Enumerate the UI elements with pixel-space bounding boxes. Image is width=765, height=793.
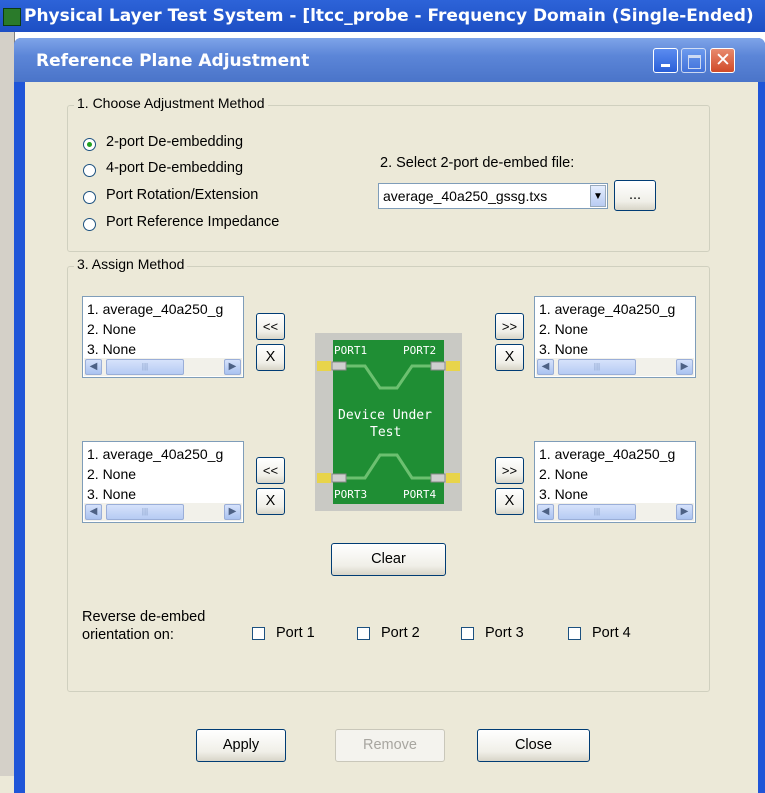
list-item[interactable]: 3. None	[87, 486, 136, 502]
remove-port2-button[interactable]: X	[495, 344, 524, 371]
port1-file-list[interactable]: 1. average_40a250_g 2. None 3. None ◀ ||…	[82, 296, 244, 378]
dut-port3-label: PORT3	[334, 488, 368, 501]
browse-button[interactable]: ...	[614, 180, 656, 211]
port3-reverse-checkbox[interactable]	[461, 627, 474, 640]
list-item[interactable]: 2. None	[87, 466, 136, 482]
list-item[interactable]: 1. average_40a250_g	[539, 301, 675, 317]
port4-file-list[interactable]: 1. average_40a250_g 2. None 3. None ◀ ||…	[534, 441, 696, 523]
port4-reverse-label: Port 4	[592, 625, 631, 641]
adjustment-method-group-label: 1. Choose Adjustment Method	[74, 95, 268, 111]
assign-port1-button[interactable]: <<	[256, 313, 285, 340]
scroll-right-icon[interactable]: ▶	[676, 504, 693, 520]
close-button[interactable]: Close	[477, 729, 590, 762]
port1-reverse-checkbox[interactable]	[252, 627, 265, 640]
assign-port4-button[interactable]: >>	[495, 457, 524, 484]
list-item[interactable]: 2. None	[539, 321, 588, 337]
apply-button[interactable]: Apply	[196, 729, 286, 762]
dut-center-label-line1: Device Under	[338, 408, 432, 423]
list-item[interactable]: 2. None	[539, 466, 588, 482]
remove-port4-button[interactable]: X	[495, 488, 524, 515]
port2-reverse-label: Port 2	[381, 625, 420, 641]
deembed-file-value: average_40a250_gssg.txs	[383, 188, 548, 204]
horizontal-scrollbar[interactable]: ◀ ||| ▶	[84, 358, 242, 376]
close-window-button[interactable]: ✕	[710, 48, 735, 73]
remove-port3-button[interactable]: X	[256, 488, 285, 515]
list-item[interactable]: 3. None	[87, 341, 136, 357]
clear-button[interactable]: Clear	[331, 543, 446, 576]
scroll-right-icon[interactable]: ▶	[224, 504, 241, 520]
scroll-thumb[interactable]: |||	[106, 504, 184, 520]
horizontal-scrollbar[interactable]: ◀ ||| ▶	[84, 503, 242, 521]
scroll-left-icon[interactable]: ◀	[537, 359, 554, 375]
reverse-orientation-label: orientation on:	[82, 627, 174, 643]
radio-4port-deembedding[interactable]	[83, 164, 96, 177]
radio-port-rotation-label: Port Rotation/Extension	[106, 187, 259, 203]
assign-method-group-label: 3. Assign Method	[74, 256, 188, 272]
scroll-right-icon[interactable]: ▶	[676, 359, 693, 375]
port2-reverse-checkbox[interactable]	[357, 627, 370, 640]
scroll-left-icon[interactable]: ◀	[85, 359, 102, 375]
close-icon: ✕	[715, 49, 731, 71]
horizontal-scrollbar[interactable]: ◀ ||| ▶	[536, 503, 694, 521]
port3-reverse-label: Port 3	[485, 625, 524, 641]
scroll-left-icon[interactable]: ◀	[85, 504, 102, 520]
list-item[interactable]: 1. average_40a250_g	[539, 446, 675, 462]
radio-4port-label: 4-port De-embedding	[106, 160, 244, 176]
dut-center-label-line2: Test	[370, 425, 402, 440]
app-icon	[3, 8, 21, 26]
list-item[interactable]: 1. average_40a250_g	[87, 301, 223, 317]
scroll-left-icon[interactable]: ◀	[537, 504, 554, 520]
horizontal-scrollbar[interactable]: ◀ ||| ▶	[536, 358, 694, 376]
app-left-strip	[0, 32, 15, 793]
scroll-thumb[interactable]: |||	[558, 359, 636, 375]
list-item[interactable]: 3. None	[539, 341, 588, 357]
reverse-deembed-label: Reverse de-embed	[82, 609, 206, 625]
list-item[interactable]: 3. None	[539, 486, 588, 502]
dut-port4-label: PORT4	[403, 488, 437, 501]
dut-port2-label: PORT2	[403, 344, 437, 357]
scroll-thumb[interactable]: |||	[558, 504, 636, 520]
dut-port1-label: PORT1	[334, 344, 368, 357]
list-item[interactable]: 2. None	[87, 321, 136, 337]
port2-file-list[interactable]: 1. average_40a250_g 2. None 3. None ◀ ||…	[534, 296, 696, 378]
port4-reverse-checkbox[interactable]	[568, 627, 581, 640]
maximize-button	[681, 48, 706, 73]
select-file-label: 2. Select 2-port de-embed file:	[380, 155, 575, 171]
assign-port3-button[interactable]: <<	[256, 457, 285, 484]
radio-2port-label: 2-port De-embedding	[106, 134, 244, 150]
port3-file-list[interactable]: 1. average_40a250_g 2. None 3. None ◀ ||…	[82, 441, 244, 523]
radio-2port-deembedding[interactable]	[83, 138, 96, 151]
radio-port-rotation[interactable]	[83, 191, 96, 204]
list-item[interactable]: 1. average_40a250_g	[87, 446, 223, 462]
port1-reverse-label: Port 1	[276, 625, 315, 641]
remove-button: Remove	[335, 729, 445, 762]
radio-port-ref-impedance-label: Port Reference Impedance	[106, 214, 280, 230]
chevron-down-icon[interactable]: ▼	[590, 185, 606, 207]
assign-port2-button[interactable]: >>	[495, 313, 524, 340]
app-title: Physical Layer Test System - [ltcc_probe…	[24, 6, 754, 26]
scroll-right-icon[interactable]: ▶	[224, 359, 241, 375]
scroll-thumb[interactable]: |||	[106, 359, 184, 375]
minimize-button[interactable]	[653, 48, 678, 73]
dialog-title: Reference Plane Adjustment	[36, 51, 310, 71]
remove-port1-button[interactable]: X	[256, 344, 285, 371]
radio-port-reference-impedance[interactable]	[83, 218, 96, 231]
